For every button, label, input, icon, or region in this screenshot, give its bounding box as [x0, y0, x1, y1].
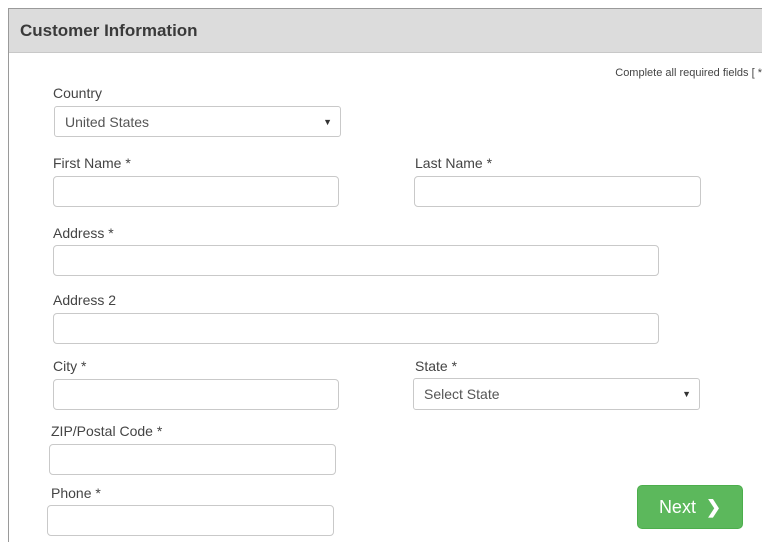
city-input[interactable]	[53, 379, 339, 410]
dropdown-arrow-icon: ▼	[682, 389, 691, 399]
chevron-right-icon: ❯	[705, 496, 722, 517]
next-button-label: Next	[658, 496, 696, 517]
next-button[interactable]: Next ❯	[637, 485, 743, 529]
last-name-input[interactable]	[414, 176, 701, 207]
phone-input[interactable]	[47, 505, 334, 536]
address-input[interactable]	[53, 245, 659, 276]
zip-label: ZIP/Postal Code *	[51, 423, 163, 439]
first-name-label: First Name *	[53, 155, 131, 171]
address-label: Address *	[53, 225, 114, 241]
panel-header: Customer Information	[9, 9, 762, 53]
state-select-value: Select State	[424, 386, 500, 402]
zip-input[interactable]	[49, 444, 336, 475]
state-select[interactable]: Select State ▼	[413, 378, 700, 410]
country-label: Country	[53, 85, 103, 101]
first-name-input[interactable]	[53, 176, 339, 207]
last-name-label: Last Name *	[415, 155, 493, 171]
country-select-value: United States	[65, 113, 150, 130]
required-fields-note: Complete all required fields [ *	[615, 67, 762, 79]
dropdown-arrow-icon: ▼	[323, 116, 332, 127]
phone-label: Phone *	[51, 485, 101, 501]
country-select[interactable]: United States ▼	[54, 106, 341, 137]
address2-label: Address 2	[53, 292, 117, 308]
customer-information-panel: Customer Information Complete all requir…	[8, 8, 762, 542]
address2-input[interactable]	[53, 313, 659, 344]
panel-title: Customer Information	[20, 21, 198, 40]
state-label: State *	[415, 358, 458, 374]
city-label: City *	[53, 358, 87, 374]
